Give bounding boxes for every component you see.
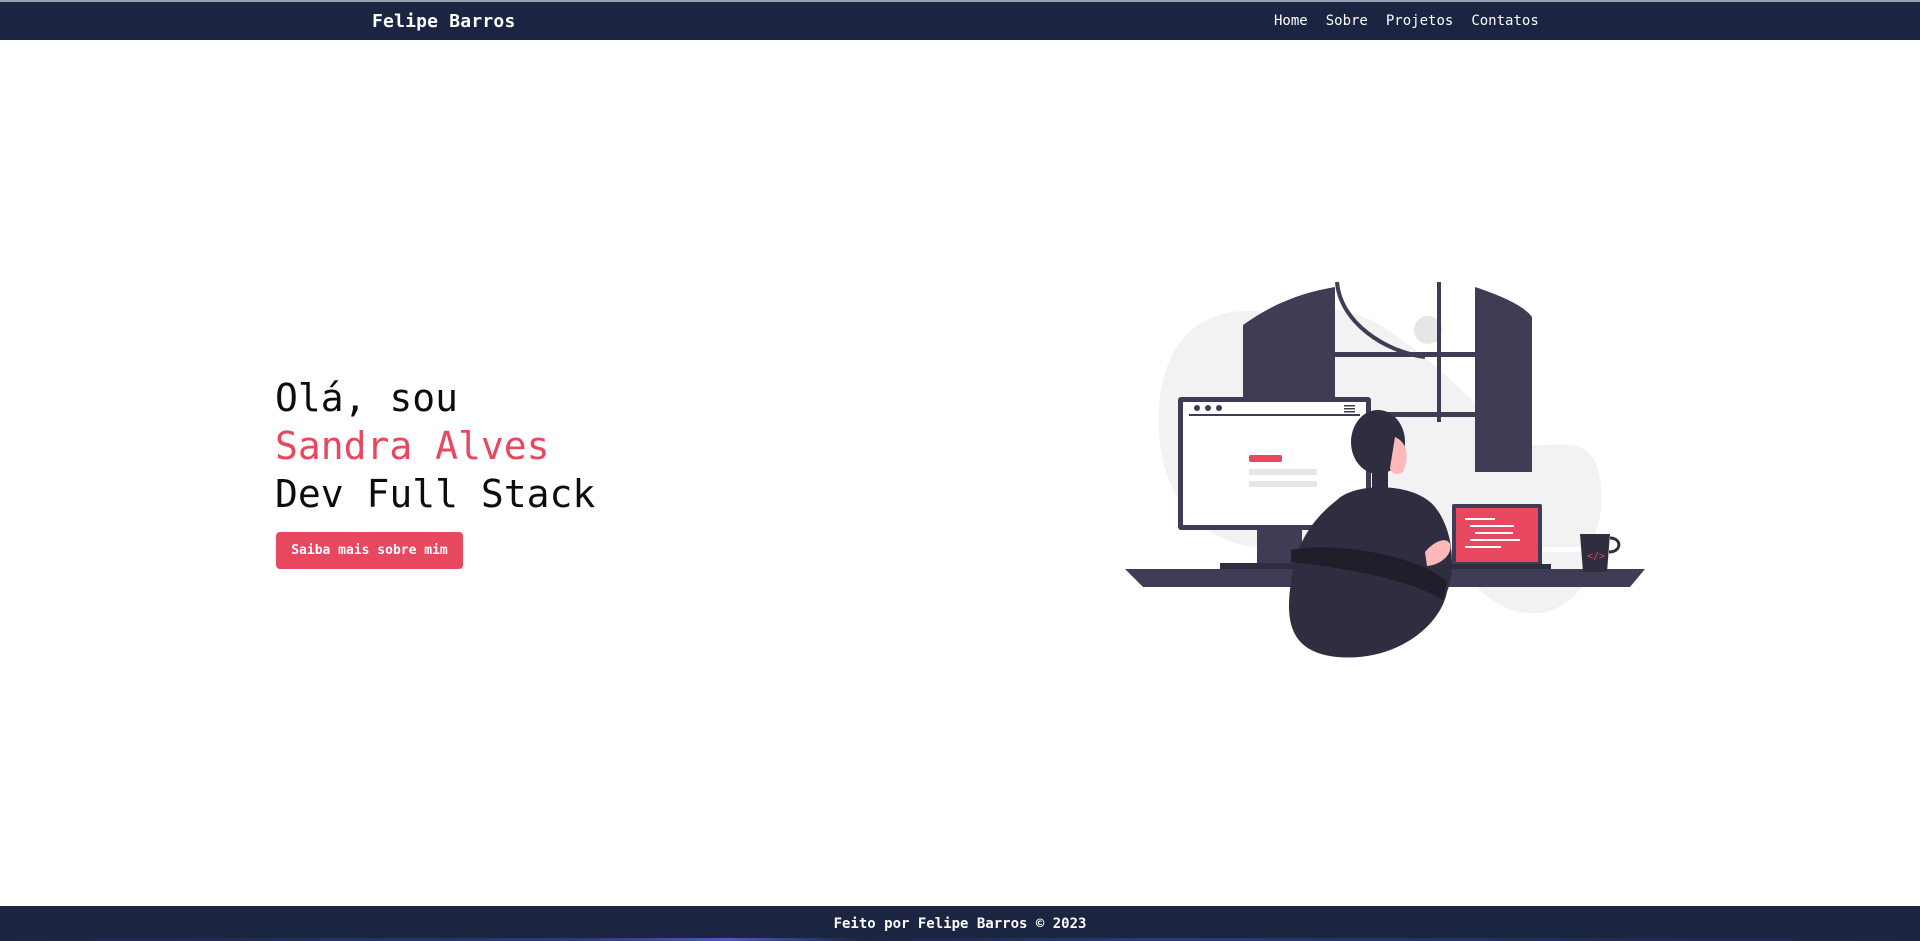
hero-section: Olá, sou Sandra Alves Dev Full Stack	[275, 374, 595, 518]
developer-illustration: </>	[1125, 282, 1645, 658]
nav-link-contatos[interactable]: Contatos	[1471, 13, 1538, 29]
navbar: Felipe Barros Home Sobre Projetos Contat…	[0, 0, 1920, 40]
nav-link-sobre[interactable]: Sobre	[1326, 13, 1368, 29]
about-me-button[interactable]: Saiba mais sobre mim	[276, 532, 463, 569]
footer-credit: Feito por Felipe Barros © 2023	[833, 916, 1087, 932]
nav-link-home[interactable]: Home	[1274, 13, 1308, 29]
footer: Feito por Felipe Barros © 2023	[0, 906, 1920, 941]
nav-menu: Home Sobre Projetos Contatos	[1274, 13, 1539, 29]
nav-link-projetos[interactable]: Projetos	[1386, 13, 1453, 29]
brand-name[interactable]: Felipe Barros	[372, 11, 515, 32]
hero-name: Sandra Alves	[275, 424, 550, 468]
hero-role: Dev Full Stack	[275, 472, 596, 516]
svg-text:</>: </>	[1587, 551, 1605, 562]
hero-greeting: Olá, sou	[275, 376, 459, 420]
